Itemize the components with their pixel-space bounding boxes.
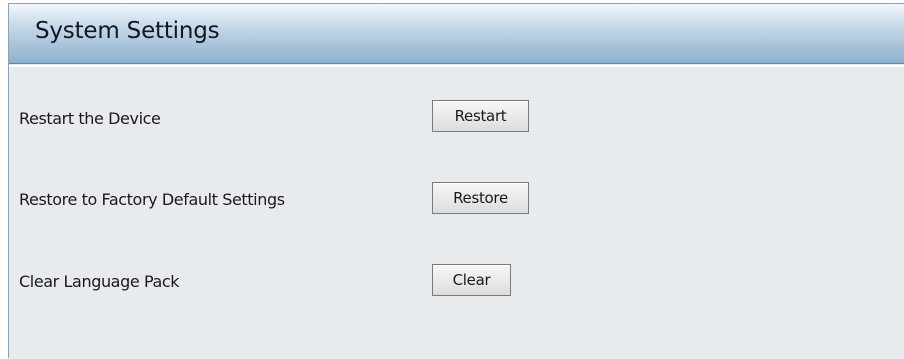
- panel-header: System Settings: [9, 4, 904, 64]
- restore-button[interactable]: Restore: [432, 182, 529, 214]
- restart-device-label: Restart the Device: [19, 109, 161, 128]
- clear-language-pack-label: Clear Language Pack: [19, 272, 180, 291]
- restart-button[interactable]: Restart: [432, 100, 529, 132]
- panel-body: Restart the Device Restart Restore to Fa…: [9, 65, 904, 359]
- clear-button[interactable]: Clear: [432, 264, 511, 296]
- system-settings-panel: System Settings Restart the Device Resta…: [8, 3, 904, 359]
- restore-factory-defaults-label: Restore to Factory Default Settings: [19, 190, 285, 209]
- page-title: System Settings: [35, 18, 220, 44]
